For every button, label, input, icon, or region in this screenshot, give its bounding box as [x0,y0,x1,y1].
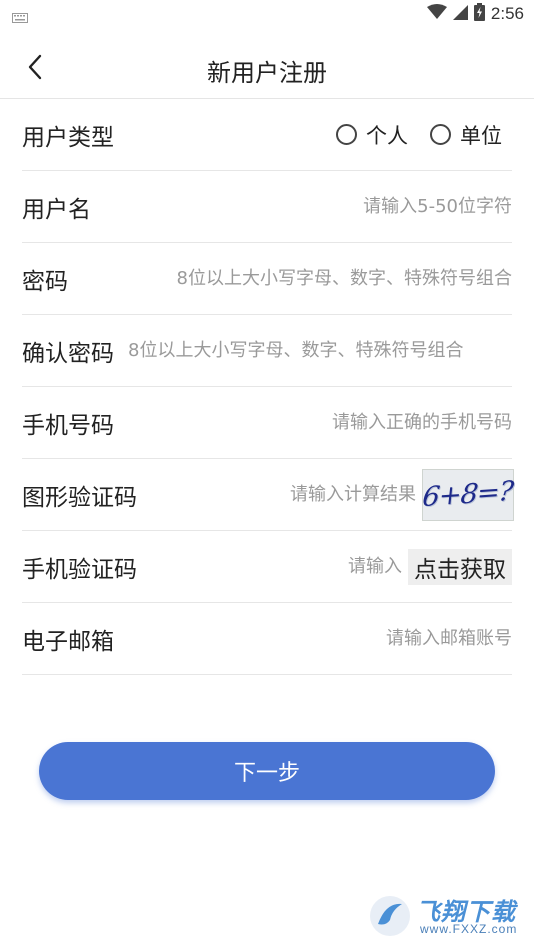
email-input[interactable] [114,618,512,659]
password-label: 密码 [22,268,68,295]
captcha-input[interactable] [137,474,416,515]
wifi-icon [426,4,447,24]
sms-code-label: 手机验证码 [22,556,137,583]
captcha-image[interactable]: 6+8=? [421,468,515,521]
status-bar: 2:56 [0,0,534,28]
username-row: 用户名 [22,171,512,243]
captcha-label: 图形验证码 [22,484,137,511]
watermark-logo-icon [370,896,410,936]
cell-signal-icon [452,4,468,24]
radio-option-personal[interactable]: 个人 [336,120,408,150]
status-time: 2:56 [490,4,524,23]
watermark-url: www.FXXZ.com [420,922,518,936]
get-sms-code-button[interactable]: 点击获取 [408,548,512,585]
registration-form: 用户类型 个人 单位 用户名 密码 确认密码 手机号码 图形验证码 6+8 [22,99,515,675]
confirm-password-row: 确认密码 [22,315,512,387]
radio-label-personal: 个人 [366,123,408,148]
captcha-text: 6+8=? [421,475,515,514]
header: 新用户注册 [0,36,534,99]
user-type-row: 用户类型 个人 单位 [22,99,512,171]
phone-label: 手机号码 [22,412,114,439]
radio-circle-icon [430,124,451,145]
password-input[interactable] [68,258,512,299]
page-title: 新用户注册 [207,59,327,87]
username-label: 用户名 [22,196,91,223]
phone-row: 手机号码 [22,387,512,459]
captcha-row: 图形验证码 6+8=? [22,459,515,531]
battery-icon [473,3,485,25]
phone-input[interactable] [114,402,512,443]
status-icons: 2:56 [426,3,524,25]
user-type-label: 用户类型 [22,124,114,151]
confirm-password-label: 确认密码 [22,340,114,367]
username-input[interactable] [91,186,512,227]
password-row: 密码 [22,243,512,315]
user-type-radio-group: 个人 单位 [336,120,502,150]
confirm-password-input[interactable] [114,330,512,371]
sms-code-input[interactable] [137,546,402,587]
email-label: 电子邮箱 [22,628,114,655]
watermark: 飞翔下载 www.FXXZ.com [368,890,524,942]
keyboard-icon [12,8,28,27]
radio-option-organization[interactable]: 单位 [430,120,502,150]
radio-label-organization: 单位 [460,123,502,148]
sms-code-row: 手机验证码 点击获取 [22,531,512,603]
next-step-button[interactable]: 下一步 [39,742,495,800]
email-row: 电子邮箱 [22,603,512,675]
radio-circle-icon [336,124,357,145]
